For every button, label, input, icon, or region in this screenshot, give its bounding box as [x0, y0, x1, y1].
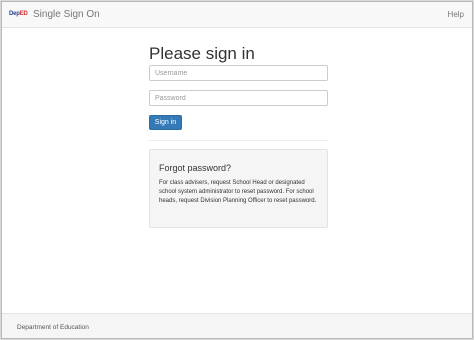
forgot-password-text: For class advisers, request School Head … [159, 180, 317, 204]
forgot-password-panel: Forgot password? For class advisers, req… [149, 149, 328, 228]
navbar-brand[interactable]: Single Sign On [33, 8, 100, 22]
footer-text: Department of Education [17, 324, 89, 331]
footer: Department of Education [2, 313, 472, 338]
deped-logo[interactable]: DepED [9, 9, 28, 19]
page-title: Please sign in [149, 44, 255, 63]
navbar: DepED Single Sign On Help [2, 2, 472, 28]
browser-page: DepED Single Sign On Help Please sign in… [1, 1, 473, 339]
help-link[interactable]: Help [448, 9, 464, 21]
password-input[interactable] [149, 90, 328, 106]
forgot-password-title: Forgot password? [159, 163, 232, 173]
sign-in-button[interactable]: Sign in [149, 115, 182, 130]
divider [149, 140, 328, 141]
username-input[interactable] [149, 65, 328, 81]
